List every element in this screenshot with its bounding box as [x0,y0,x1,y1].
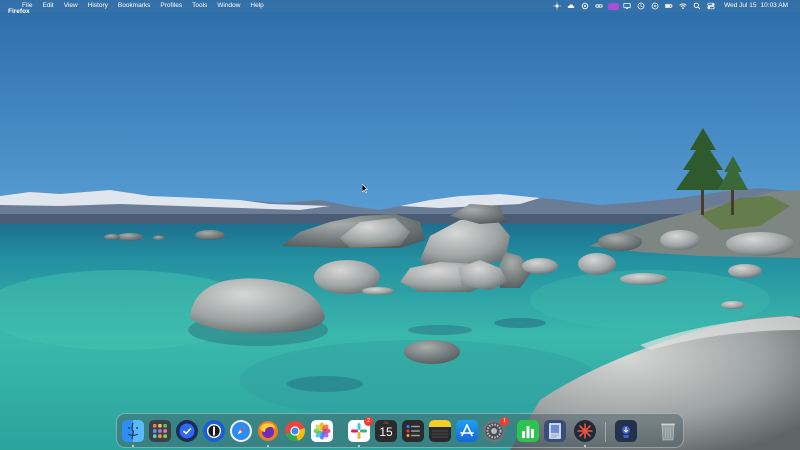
calendar-day: 15 [379,425,393,439]
finder-running-indicator [132,445,134,447]
brightness-icon[interactable] [550,0,564,12]
firefox-running-indicator [267,445,269,447]
calendar-icon[interactable]: JUL 15 [375,420,397,442]
spark-icon[interactable] [574,420,596,442]
menu-bookmarks[interactable]: Bookmarks [118,0,151,12]
desktop-wallpaper [0,0,800,450]
vpn-icon[interactable] [606,0,620,12]
launchpad-icon[interactable] [149,420,171,442]
safari-icon[interactable] [230,420,252,442]
dock: 2 JUL 15 1 [116,413,684,448]
things-icon[interactable] [176,420,198,442]
slack-notification-badge: 2 [364,417,373,426]
wifi-icon[interactable] [676,0,690,12]
menu-edit[interactable]: Edit [42,0,53,12]
finder-icon[interactable] [122,420,144,442]
control-center-icon[interactable] [704,0,718,12]
screen-mirror-icon[interactable] [620,0,634,12]
search-icon[interactable] [690,0,704,12]
menu-app-name[interactable]: Firefox [8,6,30,28]
settings-notification-badge: 1 [500,417,509,426]
trash-icon[interactable] [657,420,679,442]
photos-icon[interactable] [311,420,333,442]
mouse-cursor [362,184,368,193]
menubar-time: 10:03 AM [760,2,788,9]
weather-icon[interactable] [564,0,578,12]
dock-separator [605,422,606,442]
play-icon[interactable] [648,0,662,12]
link-icon[interactable] [592,0,606,12]
reminders-icon[interactable] [402,420,424,442]
menu-bar: Firefox File Edit View History Bookmarks… [0,0,800,15]
menu-window[interactable]: Window [217,0,240,12]
battery-icon[interactable] [662,0,676,12]
notes-icon[interactable] [429,420,451,442]
menu-help[interactable]: Help [250,0,263,12]
1password-icon[interactable] [203,420,225,442]
menu-profiles[interactable]: Profiles [160,0,182,12]
chrome-icon[interactable] [284,420,306,442]
clock-icon[interactable] [634,0,648,12]
numbers-icon[interactable] [517,420,539,442]
menubar-clock[interactable]: Wed Jul 15 10:03 AM [724,0,792,12]
menu-tools[interactable]: Tools [192,0,207,12]
spark-running-indicator [584,445,586,447]
sync-icon[interactable] [578,0,592,12]
slack-running-indicator [358,445,360,447]
menu-view[interactable]: View [64,0,78,12]
app-store-icon[interactable] [456,420,478,442]
preview-icon[interactable] [544,420,566,442]
downloads-stack-icon[interactable] [615,420,637,442]
firefox-icon[interactable] [257,420,279,442]
menubar-date: Wed Jul 15 [724,2,757,9]
menu-history[interactable]: History [88,0,108,12]
